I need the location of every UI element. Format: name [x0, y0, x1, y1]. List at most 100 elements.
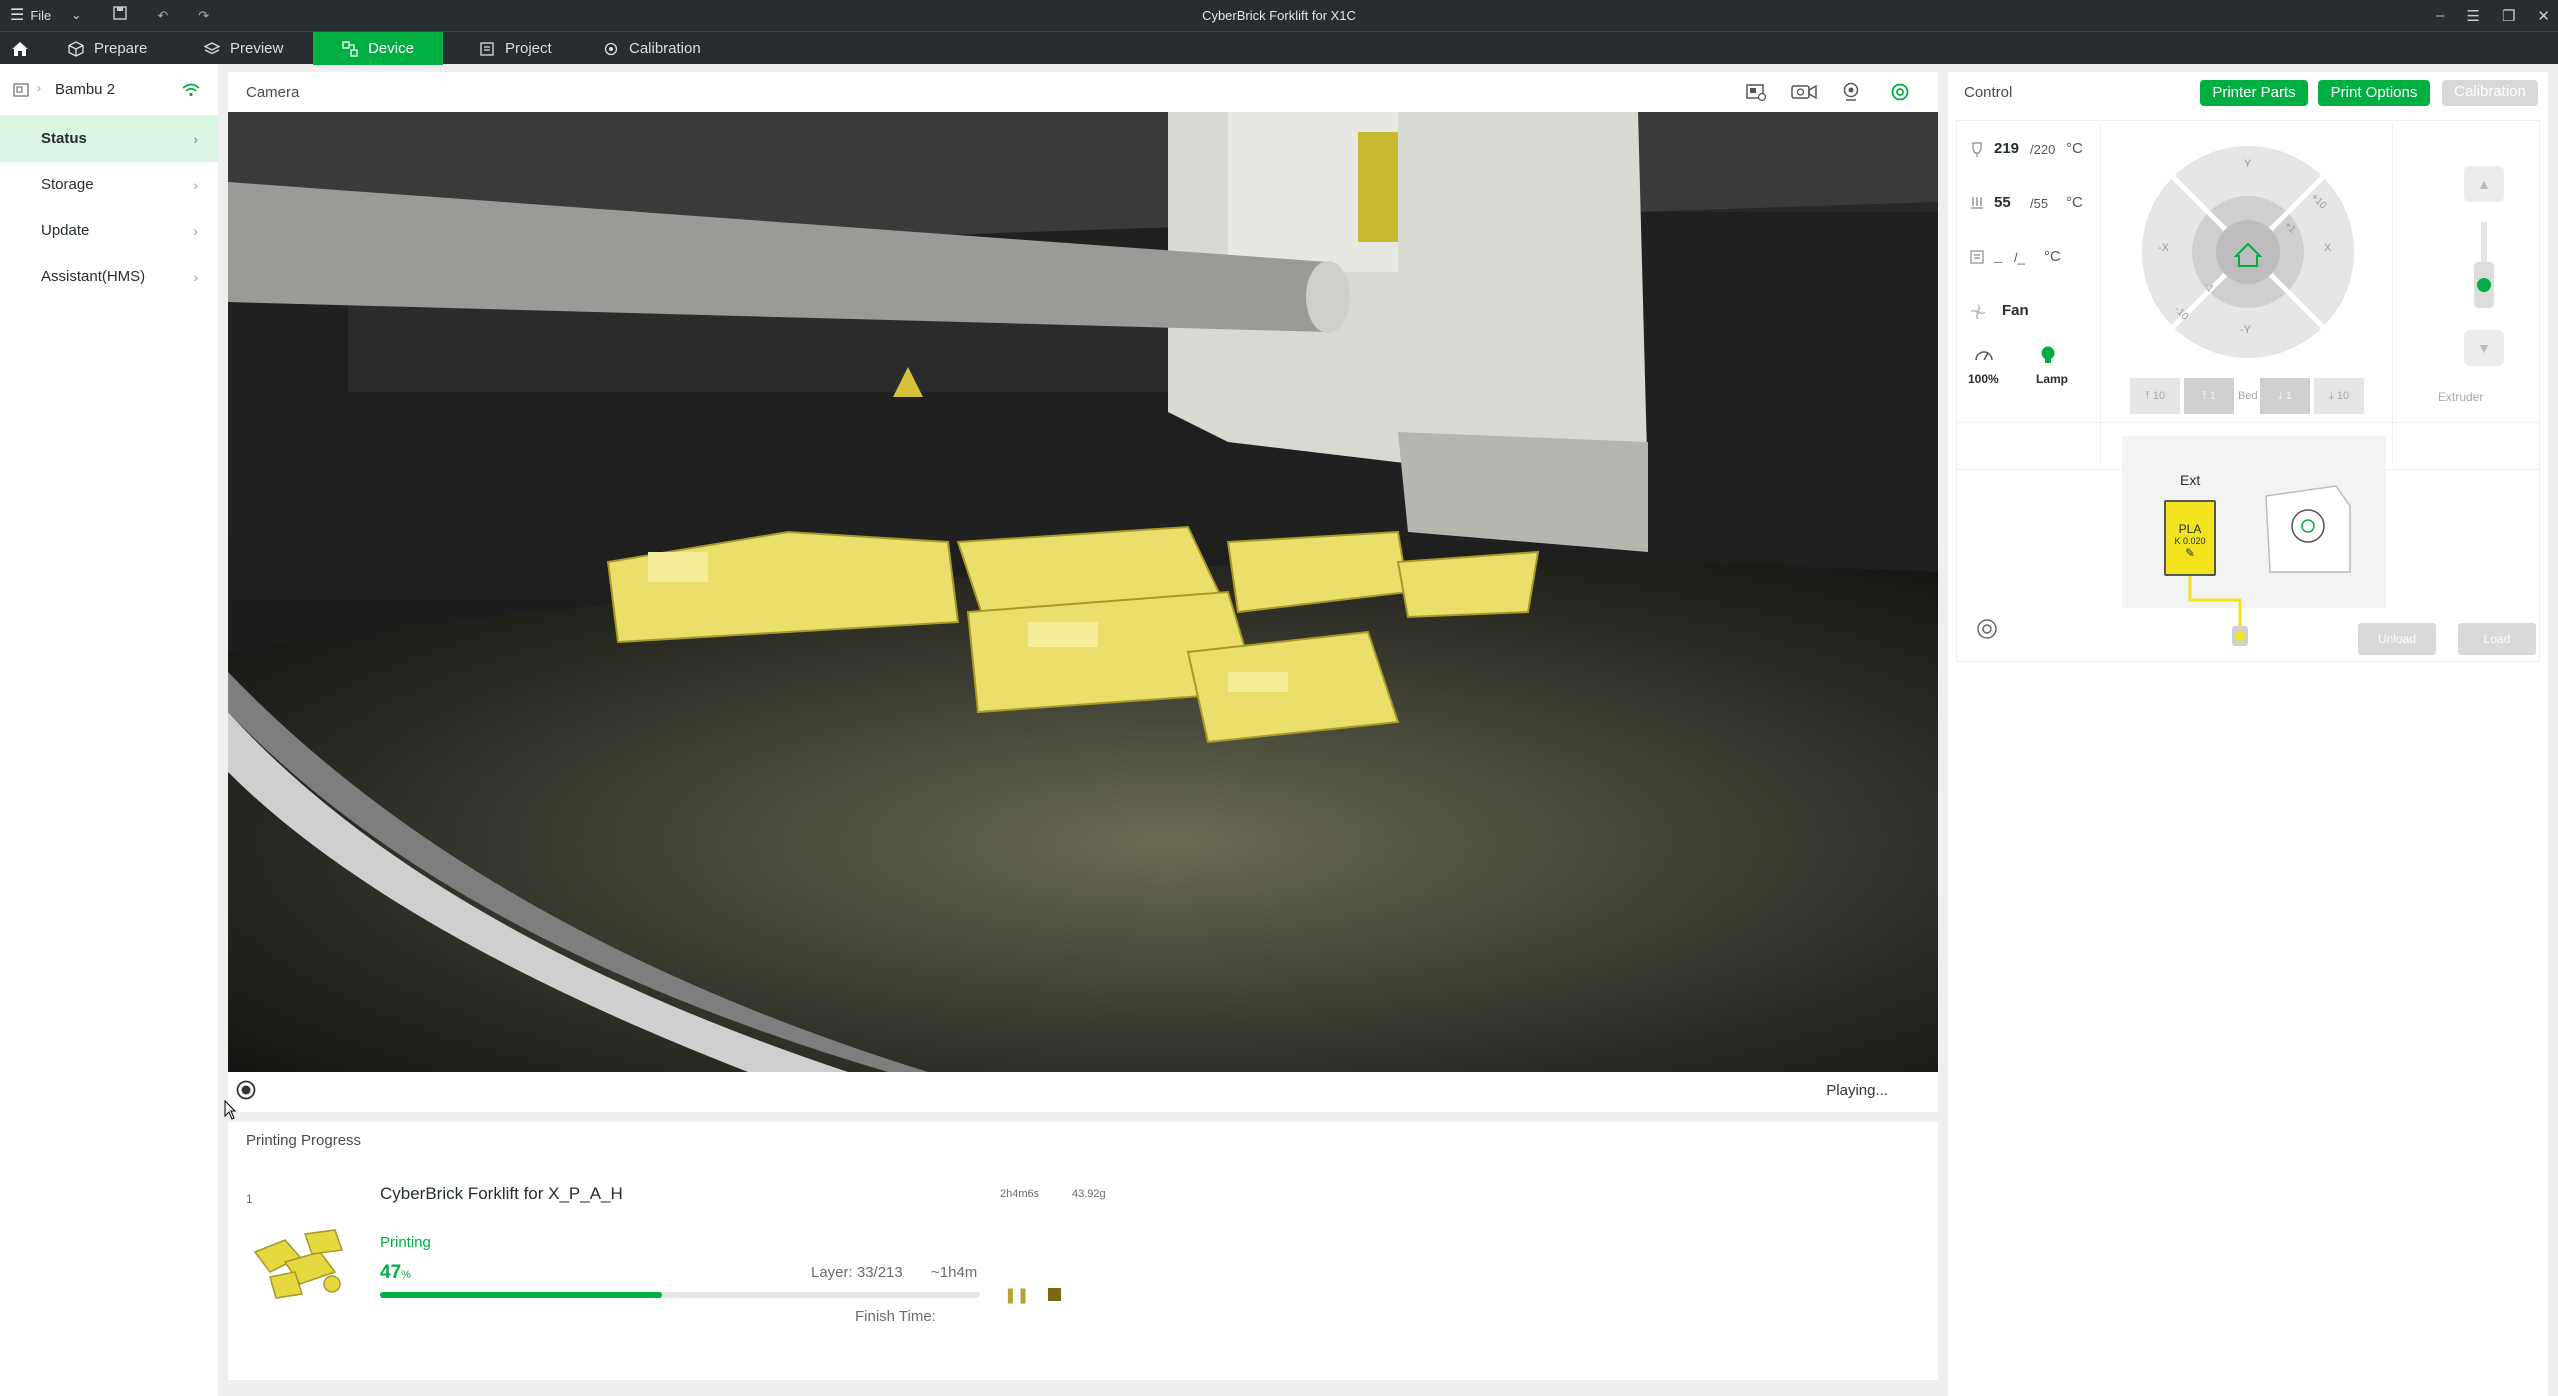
fan-button[interactable]: Fan [2002, 302, 2029, 319]
bed-down-10-button[interactable]: ⤓ 10 [2314, 378, 2364, 414]
tab-calibration[interactable]: Calibration [589, 32, 715, 65]
filament-slot-ext[interactable]: PLA K 0.020 ✎ [2164, 500, 2216, 576]
remaining-time: ~1h4m [931, 1264, 978, 1281]
camera-panel: Camera Playing... [228, 72, 1938, 1112]
bed-heat-icon [1971, 197, 1983, 209]
sidebar-item-storage[interactable]: Storage › [0, 162, 218, 208]
progress-percent: 47% [380, 1262, 411, 1284]
chevron-right-icon: › [193, 131, 198, 147]
stop-recording-icon[interactable] [236, 1080, 256, 1100]
divider [2100, 124, 2101, 464]
temp-unit: °C [2066, 194, 2083, 211]
load-button[interactable]: Load [2458, 623, 2536, 655]
bed-up-10-button[interactable]: ⤒ 10 [2130, 378, 2180, 414]
fan-icon [1970, 304, 1986, 320]
chevron-right-icon: › [37, 81, 41, 95]
tab-label: Project [505, 40, 552, 57]
camera-feed[interactable] [228, 112, 1938, 1072]
filament-weight: 43.92g [1072, 1188, 1106, 1200]
print-options-button[interactable]: Print Options [2318, 80, 2430, 106]
nozzle-icon [1972, 142, 1982, 157]
stop-button[interactable] [1048, 1288, 1061, 1301]
layer-info: Layer: 33/213 [811, 1264, 903, 1281]
tab-project[interactable]: Project [465, 32, 566, 65]
print-state: Printing [380, 1234, 431, 1251]
lamp-icon[interactable] [2038, 345, 2058, 365]
edit-icon[interactable]: ✎ [2166, 546, 2214, 560]
sidebar-item-label: Assistant(HMS) [41, 268, 146, 285]
progress-percent-value: 47 [380, 1262, 402, 1283]
plate-index: 1 [246, 1192, 253, 1206]
pause-button[interactable]: ❚❚ [1004, 1286, 1029, 1304]
nozzle-temperature[interactable]: 219 [1994, 140, 2019, 157]
chevron-right-icon: › [193, 177, 198, 193]
sidebar-item-label: Storage [41, 176, 94, 193]
settings-icon[interactable]: ☰ [2467, 7, 2480, 25]
ext-label: Ext [2180, 472, 2201, 488]
window-title: CyberBrick Forklift for X1C [1202, 8, 1356, 23]
document-icon [480, 41, 494, 56]
cube-icon [68, 40, 84, 57]
extruder-nozzle-icon [2232, 626, 2248, 646]
title-bar: ☰ File ⌄ ↶ ↷ CyberBrick Forklift for X1C… [0, 0, 2558, 31]
extruder-up-button[interactable]: ▲ [2464, 166, 2504, 202]
tab-device[interactable]: Device [313, 32, 443, 65]
webcam-icon[interactable] [1841, 82, 1861, 102]
progress-percent-unit: % [401, 1269, 411, 1281]
settings-icon[interactable] [1890, 82, 1910, 102]
filament-settings-icon[interactable] [1976, 618, 1998, 640]
tab-label: Device [368, 40, 414, 57]
chevron-right-icon: › [193, 269, 198, 285]
printer-parts-button[interactable]: Printer Parts [2200, 80, 2308, 106]
sidebar-item-status[interactable]: Status › [0, 116, 218, 162]
chamber-target: /_ [2014, 250, 2025, 265]
restore-icon[interactable]: ❐ [2502, 7, 2515, 25]
minimize-icon[interactable]: – [2436, 7, 2444, 24]
bed-button-label: 1 [2285, 390, 2293, 402]
extruder-graphic [2474, 222, 2494, 308]
bed-target: /55 [2030, 196, 2049, 211]
calibration-button[interactable]: Calibration [2442, 80, 2538, 106]
video-camera-icon[interactable] [1790, 82, 1818, 102]
tab-label: Prepare [94, 40, 148, 57]
device-sidebar: › Bambu 2 Status › Storage › Update › As… [0, 64, 218, 1396]
close-icon[interactable]: ✕ [2537, 7, 2550, 25]
tab-label: Preview [230, 40, 284, 57]
calibration-icon [604, 42, 618, 55]
jog-x-minus[interactable]: -X [2158, 242, 2169, 254]
speed-label: 100% [1968, 372, 1999, 386]
temp-unit: °C [2066, 140, 2083, 157]
bed-button-label: 10 [2336, 390, 2350, 402]
bed-label: Bed [2238, 390, 2258, 402]
tab-prepare[interactable]: Prepare [54, 32, 161, 65]
sidebar-item-label: Status [41, 130, 87, 147]
speed-icon[interactable] [1974, 346, 1994, 362]
divider [2392, 124, 2393, 464]
printer-selector[interactable]: › Bambu 2 [0, 64, 218, 116]
home-button[interactable] [0, 32, 40, 65]
jog-y-plus[interactable]: Y [2244, 158, 2251, 170]
bed-down-1-button[interactable]: ⤓ 1 [2260, 378, 2310, 414]
external-spool-icon [2265, 485, 2351, 573]
progress-bar-fill [380, 1292, 662, 1298]
sidebar-item-assistant[interactable]: Assistant(HMS) › [0, 254, 218, 300]
sidebar-item-update[interactable]: Update › [0, 208, 218, 254]
playback-status: Playing... [1826, 1082, 1888, 1099]
wifi-icon [182, 83, 200, 97]
tab-preview[interactable]: Preview [190, 32, 297, 65]
extruder-down-button[interactable]: ▼ [2464, 330, 2504, 366]
bed-temperature[interactable]: 55 [1994, 194, 2011, 211]
print-time: 2h4m6s [1000, 1188, 1040, 1200]
jog-y-minus[interactable]: -Y [2240, 324, 2251, 336]
temp-unit: °C [2044, 248, 2061, 265]
filament-k: K 0.020 [2174, 536, 2206, 546]
chevron-right-icon: › [193, 223, 198, 239]
filament-type: PLA [2178, 522, 2202, 536]
bed-up-1-button[interactable]: ⤒ 1 [2184, 378, 2234, 414]
control-panel: Control Printer Parts Print Options Cali… [1948, 72, 2548, 1396]
bed-button-label: 1 [2209, 390, 2217, 402]
jog-x-plus[interactable]: X [2324, 242, 2331, 254]
mouse-cursor-icon [224, 1100, 236, 1120]
unload-button[interactable]: Unload [2358, 623, 2436, 655]
sd-card-icon[interactable] [1745, 82, 1767, 102]
